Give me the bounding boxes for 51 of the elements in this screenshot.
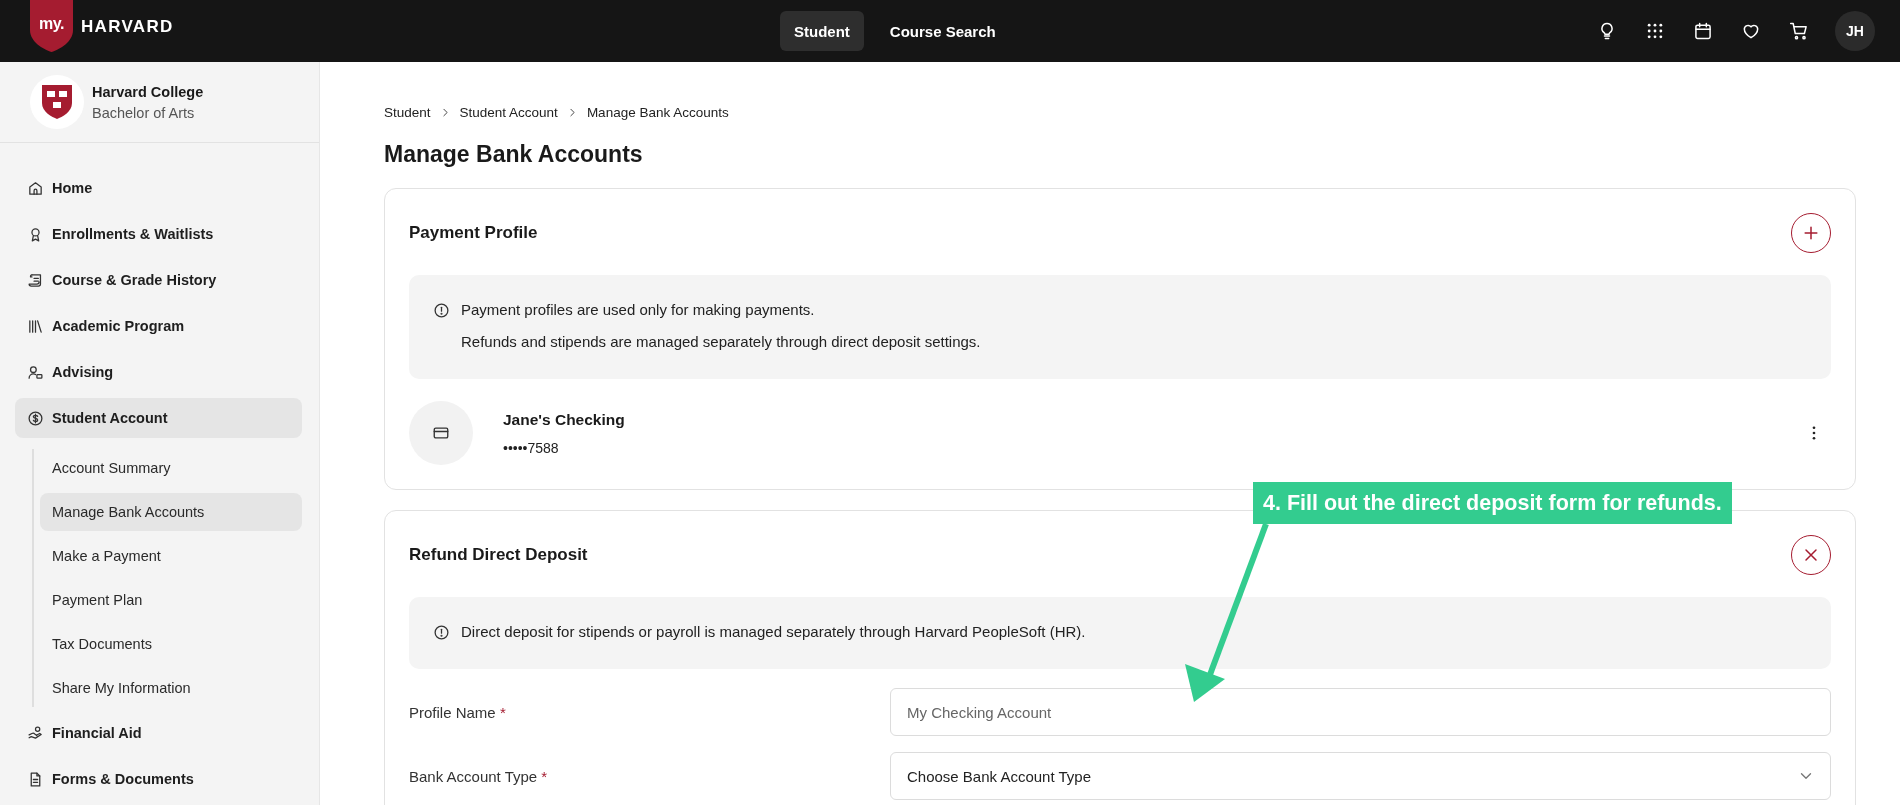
cart-icon[interactable] bbox=[1789, 21, 1809, 41]
page-title: Manage Bank Accounts bbox=[384, 140, 644, 169]
dollar-icon bbox=[27, 409, 44, 427]
person-icon bbox=[27, 363, 44, 381]
degree-name: Bachelor of Arts bbox=[92, 104, 196, 121]
breadcrumb-link[interactable]: Student bbox=[384, 104, 431, 120]
text-input[interactable]: My Checking Account bbox=[890, 688, 1831, 736]
info-text: Direct deposit for stipends or payroll is managed separately through Harvard PeopleSoft (HR). bbox=[461, 622, 1086, 642]
breadcrumb-link[interactable]: Student Account bbox=[459, 104, 558, 120]
sidebar-subitem[interactable]: Payment Plan bbox=[40, 581, 302, 619]
logo-wordmark: HARVARD bbox=[81, 17, 174, 37]
annotation-label: 4. Fill out the direct deposit form for refunds. bbox=[1253, 482, 1732, 524]
user-avatar[interactable]: JH bbox=[1835, 11, 1875, 51]
sidebar-item[interactable]: Financial Aid bbox=[15, 713, 302, 753]
sidebar-subitem[interactable]: Manage Bank Accounts bbox=[40, 493, 302, 531]
scroll-icon bbox=[27, 271, 44, 289]
card-title: Refund Direct Deposit bbox=[409, 545, 588, 565]
sidebar-subitem[interactable]: Account Summary bbox=[40, 449, 302, 487]
nav-tab[interactable]: Student bbox=[780, 11, 864, 51]
sidebar-item[interactable]: Home bbox=[15, 168, 302, 208]
home-icon bbox=[27, 179, 44, 197]
sidebar-item[interactable]: Enrollments & Waitlists bbox=[15, 214, 302, 254]
credit-card-icon bbox=[432, 424, 450, 442]
hand-icon bbox=[27, 724, 44, 742]
info-icon bbox=[433, 624, 450, 641]
nav-tab[interactable]: Course Search bbox=[875, 11, 1010, 51]
field-label: Bank Account Type * bbox=[409, 767, 549, 785]
sidebar-subitem[interactable]: Make a Payment bbox=[40, 537, 302, 575]
sidebar-subitem[interactable]: Tax Documents bbox=[40, 625, 302, 663]
info-icon bbox=[433, 302, 450, 319]
breadcrumb-link[interactable]: Manage Bank Accounts bbox=[586, 104, 729, 120]
close-button[interactable] bbox=[1791, 535, 1831, 575]
calendar-icon[interactable] bbox=[1693, 21, 1713, 41]
info-text: Payment profiles are used only for making payments. bbox=[461, 300, 816, 320]
sidebar-item[interactable]: Advising bbox=[15, 352, 302, 392]
account-number: •••••7588 bbox=[503, 439, 560, 456]
add-button[interactable] bbox=[1791, 213, 1831, 253]
sidebar-item[interactable]: Forms & Documents bbox=[15, 759, 302, 799]
card-title: Payment Profile bbox=[409, 223, 538, 243]
sidebar-item[interactable]: Academic Program bbox=[15, 306, 302, 346]
logo-badge: my. bbox=[30, 0, 73, 52]
info-text: Refunds and stipends are managed separately through direct deposit settings. bbox=[461, 332, 981, 352]
college-name: Harvard College bbox=[92, 83, 204, 100]
books-icon bbox=[27, 317, 44, 335]
apps-grid-icon[interactable] bbox=[1645, 21, 1665, 41]
field-label: Profile Name * bbox=[409, 703, 507, 721]
account-name: Jane's Checking bbox=[503, 410, 625, 429]
sidebar-item[interactable]: Student Account bbox=[15, 398, 302, 438]
sidebar-subitem[interactable]: Share My Information bbox=[40, 669, 302, 707]
sidebar-item[interactable]: Course & Grade History bbox=[15, 260, 302, 300]
dropdown-field[interactable]: Choose Bank Account Type bbox=[890, 752, 1831, 800]
